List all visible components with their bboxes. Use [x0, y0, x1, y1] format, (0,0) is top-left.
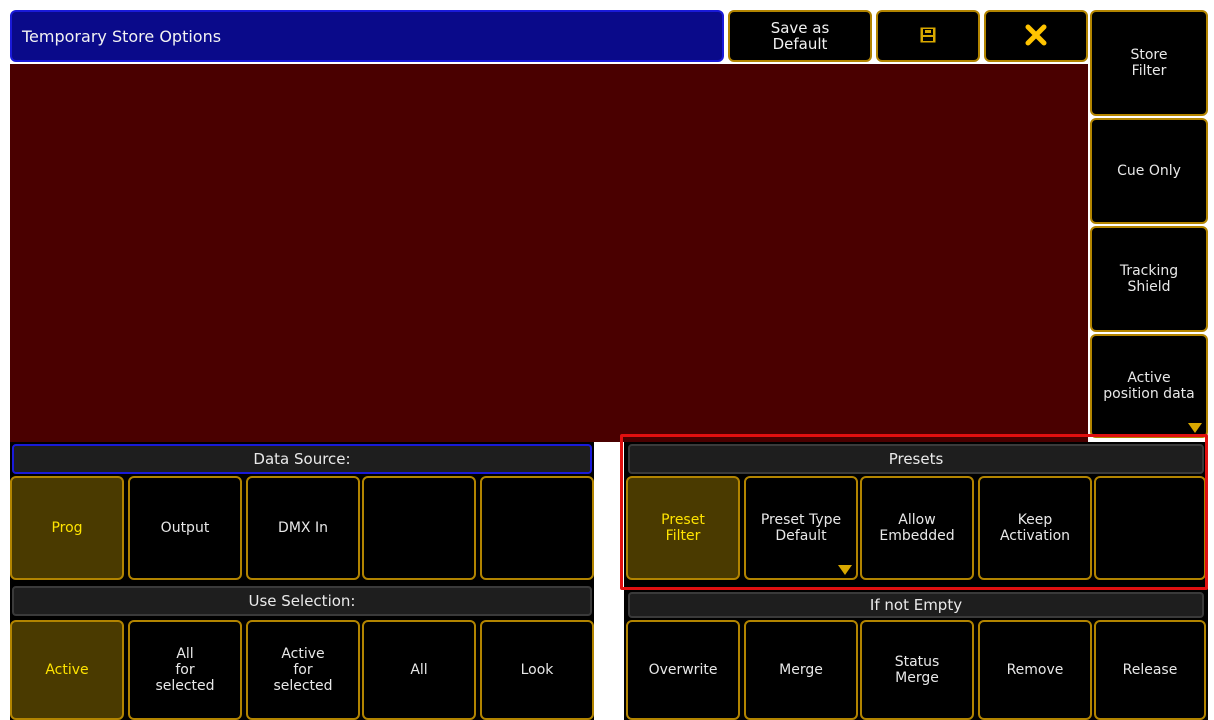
use-selection-active-button[interactable]: Active [10, 620, 124, 720]
if-not-empty-status-merge-button[interactable]: Status Merge [860, 620, 974, 720]
data-source-prog-button[interactable]: Prog [10, 476, 124, 580]
if-not-empty-merge-label: Merge [779, 662, 823, 678]
close-button[interactable] [984, 10, 1088, 62]
use-selection-look-label: Look [520, 662, 554, 678]
save-as-default-label: Save as Default [770, 19, 830, 53]
cue-only-button[interactable]: Cue Only [1090, 118, 1208, 224]
save-options-button[interactable] [876, 10, 980, 62]
window-title-bar: Temporary Store Options [10, 10, 724, 62]
if-not-empty-merge-button[interactable]: Merge [744, 620, 858, 720]
data-source-header: Data Source: [12, 444, 592, 474]
options-background-area [10, 64, 1088, 442]
if-not-empty-header-label: If not Empty [869, 596, 963, 614]
use-selection-all-button[interactable]: All [362, 620, 476, 720]
use-selection-active-label: Active [45, 662, 89, 678]
store-filter-button[interactable]: Store Filter [1090, 10, 1208, 116]
data-source-empty-button-2[interactable] [480, 476, 594, 580]
if-not-empty-release-button[interactable]: Release [1094, 620, 1206, 720]
preset-type-default-button[interactable]: Preset Type Default [744, 476, 858, 580]
data-source-prog-label: Prog [51, 520, 83, 536]
store-filter-label: Store Filter [1130, 47, 1168, 79]
if-not-empty-status-merge-label: Status Merge [894, 654, 940, 686]
data-source-dmx-in-label: DMX In [278, 520, 328, 536]
presets-empty-button[interactable] [1094, 476, 1206, 580]
data-source-header-label: Data Source: [253, 450, 351, 468]
cue-only-label: Cue Only [1117, 163, 1181, 179]
save-as-default-button[interactable]: Save as Default [728, 10, 872, 62]
keep-activation-label: Keep Activation [999, 512, 1071, 544]
dropdown-triangle-icon [838, 565, 852, 575]
if-not-empty-header: If not Empty [628, 592, 1204, 618]
if-not-empty-remove-label: Remove [1006, 662, 1064, 678]
if-not-empty-overwrite-button[interactable]: Overwrite [626, 620, 740, 720]
preset-filter-button[interactable]: Preset Filter [626, 476, 740, 580]
data-source-empty-button-1[interactable] [362, 476, 476, 580]
data-source-dmx-in-button[interactable]: DMX In [246, 476, 360, 580]
use-selection-header-label: Use Selection: [248, 592, 356, 610]
if-not-empty-overwrite-label: Overwrite [648, 662, 718, 678]
tracking-shield-label: Tracking Shield [1119, 263, 1179, 295]
allow-embedded-button[interactable]: Allow Embedded [860, 476, 974, 580]
data-source-output-label: Output [160, 520, 210, 536]
preset-type-default-label: Preset Type Default [760, 512, 842, 544]
dropdown-triangle-icon [1188, 423, 1202, 433]
use-selection-active-for-selected-button[interactable]: Active for selected [246, 620, 360, 720]
active-position-data-button[interactable]: Active position data [1090, 334, 1208, 438]
presets-header-label: Presets [888, 450, 944, 468]
use-selection-header: Use Selection: [12, 586, 592, 616]
tracking-shield-button[interactable]: Tracking Shield [1090, 226, 1208, 332]
active-position-data-label: Active position data [1103, 370, 1195, 402]
use-selection-all-for-selected-button[interactable]: All for selected [128, 620, 242, 720]
use-selection-active-for-selected-label: Active for selected [273, 646, 333, 694]
preset-filter-label: Preset Filter [661, 512, 705, 544]
floppy-disk-icon [918, 25, 938, 48]
data-source-output-button[interactable]: Output [128, 476, 242, 580]
if-not-empty-remove-button[interactable]: Remove [978, 620, 1092, 720]
presets-header: Presets [628, 444, 1204, 474]
allow-embedded-label: Allow Embedded [879, 512, 955, 544]
close-x-icon [1024, 23, 1048, 50]
use-selection-look-button[interactable]: Look [480, 620, 594, 720]
use-selection-all-for-selected-label: All for selected [155, 646, 215, 694]
if-not-empty-release-label: Release [1122, 662, 1178, 678]
keep-activation-button[interactable]: Keep Activation [978, 476, 1092, 580]
window-title: Temporary Store Options [22, 26, 222, 46]
use-selection-all-label: All [410, 662, 428, 678]
